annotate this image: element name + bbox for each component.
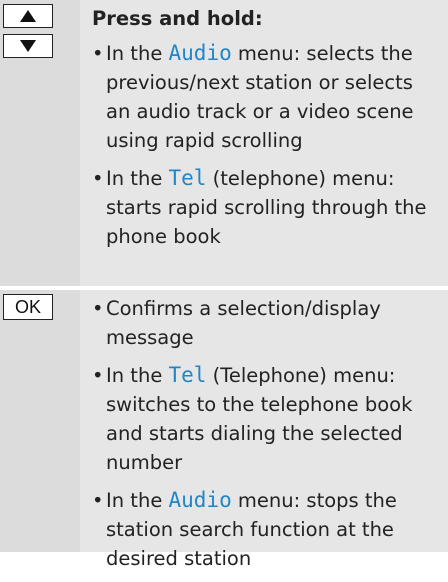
bullet-text: In the: [106, 42, 169, 65]
menu-name-tel: Tel: [168, 166, 207, 190]
list-item: In the Audio menu: selects the previous/…: [92, 39, 430, 155]
menu-name-audio: Audio: [168, 488, 232, 512]
bullet-text: In the: [106, 489, 169, 512]
up-arrow-key: [3, 4, 53, 28]
bullet-text: In the: [106, 167, 169, 190]
menu-name-tel: Tel: [168, 363, 207, 387]
down-arrow-icon: [20, 40, 36, 52]
key-column: [0, 0, 80, 552]
list-item: In the Audio menu: stops the station sea…: [92, 486, 430, 573]
row2-description: Confirms a selection/display message In …: [92, 294, 430, 582]
ok-key: OK: [3, 294, 53, 320]
ok-key-label: OK: [14, 296, 41, 317]
menu-name-audio: Audio: [168, 41, 232, 65]
button-function-table: Press and hold: In the Audio menu: selec…: [0, 0, 448, 570]
up-arrow-icon: [20, 10, 36, 22]
list-item: In the Tel (telephone) menu: starts rapi…: [92, 164, 430, 251]
list-item: In the Tel (Telephone) menu: switches to…: [92, 361, 430, 477]
bullet-text: Confirms a selection/display message: [106, 297, 381, 349]
down-arrow-key: [3, 34, 53, 58]
press-and-hold-heading: Press and hold:: [92, 7, 263, 30]
row-divider: [0, 286, 448, 290]
list-item: Confirms a selection/display message: [92, 294, 430, 352]
row1-description: Press and hold: In the Audio menu: selec…: [92, 4, 430, 260]
bullet-text: In the: [106, 364, 169, 387]
